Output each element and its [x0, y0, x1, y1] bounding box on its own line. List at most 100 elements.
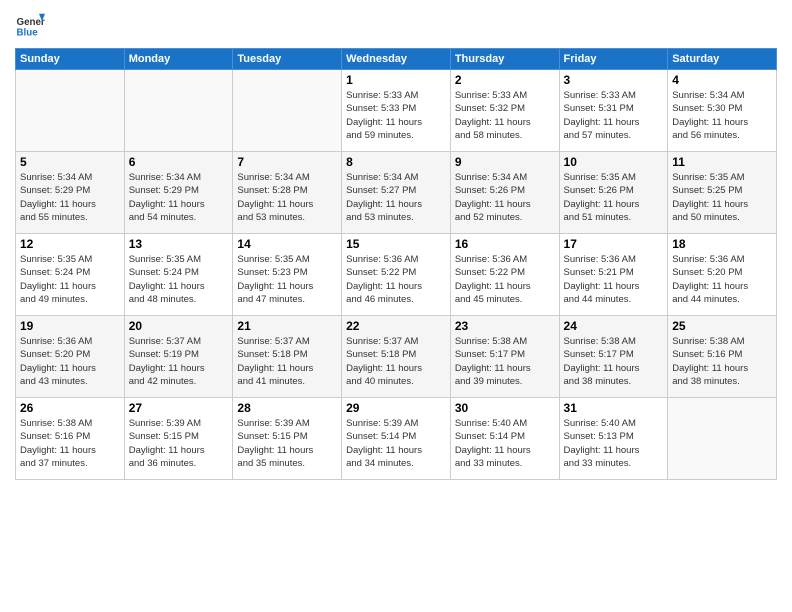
day-info: Sunrise: 5:36 AM Sunset: 5:21 PM Dayligh…: [564, 253, 664, 306]
day-info: Sunrise: 5:35 AM Sunset: 5:24 PM Dayligh…: [20, 253, 120, 306]
calendar-cell: 17 Sunrise: 5:36 AM Sunset: 5:21 PM Dayli…: [559, 234, 668, 316]
day-number: 12: [20, 237, 120, 251]
day-info: Sunrise: 5:35 AM Sunset: 5:24 PM Dayligh…: [129, 253, 229, 306]
logo-icon: General Blue: [15, 10, 45, 40]
day-info: Sunrise: 5:36 AM Sunset: 5:22 PM Dayligh…: [455, 253, 555, 306]
day-number: 3: [564, 73, 664, 87]
calendar-cell: 23 Sunrise: 5:38 AM Sunset: 5:17 PM Dayli…: [450, 316, 559, 398]
day-info: Sunrise: 5:37 AM Sunset: 5:18 PM Dayligh…: [237, 335, 337, 388]
svg-text:Blue: Blue: [17, 28, 39, 39]
day-number: 1: [346, 73, 446, 87]
day-info: Sunrise: 5:38 AM Sunset: 5:16 PM Dayligh…: [20, 417, 120, 470]
calendar-cell: 1Sunrise: 5:33 AM Sunset: 5:33 PM Daylig…: [342, 70, 451, 152]
calendar-cell: 6 Sunrise: 5:34 AM Sunset: 5:29 PM Daylig…: [124, 152, 233, 234]
day-number: 2: [455, 73, 555, 87]
day-header-saturday: Saturday: [668, 49, 777, 70]
logo: General Blue: [15, 10, 49, 40]
calendar-cell: 29 Sunrise: 5:39 AM Sunset: 5:14 PM Dayli…: [342, 398, 451, 480]
day-number: 21: [237, 319, 337, 333]
page-header: General Blue: [15, 10, 777, 40]
day-number: 11: [672, 155, 772, 169]
day-number: 19: [20, 319, 120, 333]
calendar-cell: 18 Sunrise: 5:36 AM Sunset: 5:20 PM Dayli…: [668, 234, 777, 316]
day-info: Sunrise: 5:37 AM Sunset: 5:19 PM Dayligh…: [129, 335, 229, 388]
calendar-cell: 26 Sunrise: 5:38 AM Sunset: 5:16 PM Dayli…: [16, 398, 125, 480]
calendar-cell: [233, 70, 342, 152]
day-number: 16: [455, 237, 555, 251]
calendar-cell: [16, 70, 125, 152]
day-info: Sunrise: 5:33 AM Sunset: 5:32 PM Dayligh…: [455, 89, 555, 142]
day-info: Sunrise: 5:38 AM Sunset: 5:16 PM Dayligh…: [672, 335, 772, 388]
day-info: Sunrise: 5:35 AM Sunset: 5:25 PM Dayligh…: [672, 171, 772, 224]
day-info: Sunrise: 5:34 AM Sunset: 5:27 PM Dayligh…: [346, 171, 446, 224]
day-number: 30: [455, 401, 555, 415]
day-header-thursday: Thursday: [450, 49, 559, 70]
calendar-week-2: 5Sunrise: 5:34 AM Sunset: 5:29 PM Daylig…: [16, 152, 777, 234]
day-number: 22: [346, 319, 446, 333]
day-info: Sunrise: 5:39 AM Sunset: 5:15 PM Dayligh…: [237, 417, 337, 470]
calendar-cell: [668, 398, 777, 480]
calendar-cell: 19 Sunrise: 5:36 AM Sunset: 5:20 PM Dayli…: [16, 316, 125, 398]
calendar-cell: 11 Sunrise: 5:35 AM Sunset: 5:25 PM Dayli…: [668, 152, 777, 234]
calendar-cell: 8 Sunrise: 5:34 AM Sunset: 5:27 PM Daylig…: [342, 152, 451, 234]
calendar-cell: 20 Sunrise: 5:37 AM Sunset: 5:19 PM Dayli…: [124, 316, 233, 398]
day-number: 8: [346, 155, 446, 169]
calendar-cell: 7Sunrise: 5:34 AM Sunset: 5:28 PM Daylig…: [233, 152, 342, 234]
day-header-monday: Monday: [124, 49, 233, 70]
day-info: Sunrise: 5:36 AM Sunset: 5:22 PM Dayligh…: [346, 253, 446, 306]
calendar-cell: 5Sunrise: 5:34 AM Sunset: 5:29 PM Daylig…: [16, 152, 125, 234]
day-number: 17: [564, 237, 664, 251]
day-header-tuesday: Tuesday: [233, 49, 342, 70]
day-info: Sunrise: 5:40 AM Sunset: 5:13 PM Dayligh…: [564, 417, 664, 470]
calendar-cell: 25 Sunrise: 5:38 AM Sunset: 5:16 PM Dayli…: [668, 316, 777, 398]
calendar-cell: 24 Sunrise: 5:38 AM Sunset: 5:17 PM Dayli…: [559, 316, 668, 398]
day-number: 26: [20, 401, 120, 415]
day-info: Sunrise: 5:36 AM Sunset: 5:20 PM Dayligh…: [672, 253, 772, 306]
calendar-cell: 15Sunrise: 5:36 AM Sunset: 5:22 PM Dayli…: [342, 234, 451, 316]
calendar-cell: 13 Sunrise: 5:35 AM Sunset: 5:24 PM Dayli…: [124, 234, 233, 316]
day-info: Sunrise: 5:38 AM Sunset: 5:17 PM Dayligh…: [564, 335, 664, 388]
day-number: 20: [129, 319, 229, 333]
day-info: Sunrise: 5:39 AM Sunset: 5:14 PM Dayligh…: [346, 417, 446, 470]
calendar-cell: 14Sunrise: 5:35 AM Sunset: 5:23 PM Dayli…: [233, 234, 342, 316]
day-number: 9: [455, 155, 555, 169]
calendar-cell: 27Sunrise: 5:39 AM Sunset: 5:15 PM Dayli…: [124, 398, 233, 480]
calendar-cell: 16 Sunrise: 5:36 AM Sunset: 5:22 PM Dayli…: [450, 234, 559, 316]
day-info: Sunrise: 5:40 AM Sunset: 5:14 PM Dayligh…: [455, 417, 555, 470]
calendar-header-row: SundayMondayTuesdayWednesdayThursdayFrid…: [16, 49, 777, 70]
calendar-cell: 30 Sunrise: 5:40 AM Sunset: 5:14 PM Dayli…: [450, 398, 559, 480]
day-number: 25: [672, 319, 772, 333]
calendar-cell: 31Sunrise: 5:40 AM Sunset: 5:13 PM Dayli…: [559, 398, 668, 480]
day-number: 13: [129, 237, 229, 251]
calendar-cell: 22 Sunrise: 5:37 AM Sunset: 5:18 PM Dayli…: [342, 316, 451, 398]
day-number: 14: [237, 237, 337, 251]
day-number: 29: [346, 401, 446, 415]
calendar-cell: 28Sunrise: 5:39 AM Sunset: 5:15 PM Dayli…: [233, 398, 342, 480]
day-info: Sunrise: 5:34 AM Sunset: 5:30 PM Dayligh…: [672, 89, 772, 142]
day-number: 23: [455, 319, 555, 333]
day-number: 24: [564, 319, 664, 333]
calendar-cell: [124, 70, 233, 152]
day-info: Sunrise: 5:36 AM Sunset: 5:20 PM Dayligh…: [20, 335, 120, 388]
day-number: 10: [564, 155, 664, 169]
day-info: Sunrise: 5:34 AM Sunset: 5:29 PM Dayligh…: [129, 171, 229, 224]
calendar-table: SundayMondayTuesdayWednesdayThursdayFrid…: [15, 48, 777, 480]
day-number: 18: [672, 237, 772, 251]
day-number: 7: [237, 155, 337, 169]
calendar-week-4: 19 Sunrise: 5:36 AM Sunset: 5:20 PM Dayli…: [16, 316, 777, 398]
calendar-week-3: 12 Sunrise: 5:35 AM Sunset: 5:24 PM Dayli…: [16, 234, 777, 316]
day-number: 4: [672, 73, 772, 87]
day-number: 27: [129, 401, 229, 415]
calendar-cell: 12 Sunrise: 5:35 AM Sunset: 5:24 PM Dayli…: [16, 234, 125, 316]
day-info: Sunrise: 5:35 AM Sunset: 5:26 PM Dayligh…: [564, 171, 664, 224]
day-info: Sunrise: 5:34 AM Sunset: 5:26 PM Dayligh…: [455, 171, 555, 224]
day-header-wednesday: Wednesday: [342, 49, 451, 70]
day-info: Sunrise: 5:38 AM Sunset: 5:17 PM Dayligh…: [455, 335, 555, 388]
day-number: 6: [129, 155, 229, 169]
day-info: Sunrise: 5:37 AM Sunset: 5:18 PM Dayligh…: [346, 335, 446, 388]
day-header-friday: Friday: [559, 49, 668, 70]
calendar-cell: 4 Sunrise: 5:34 AM Sunset: 5:30 PM Daylig…: [668, 70, 777, 152]
day-info: Sunrise: 5:34 AM Sunset: 5:29 PM Dayligh…: [20, 171, 120, 224]
calendar-cell: 2 Sunrise: 5:33 AM Sunset: 5:32 PM Daylig…: [450, 70, 559, 152]
calendar-body: 1Sunrise: 5:33 AM Sunset: 5:33 PM Daylig…: [16, 70, 777, 480]
